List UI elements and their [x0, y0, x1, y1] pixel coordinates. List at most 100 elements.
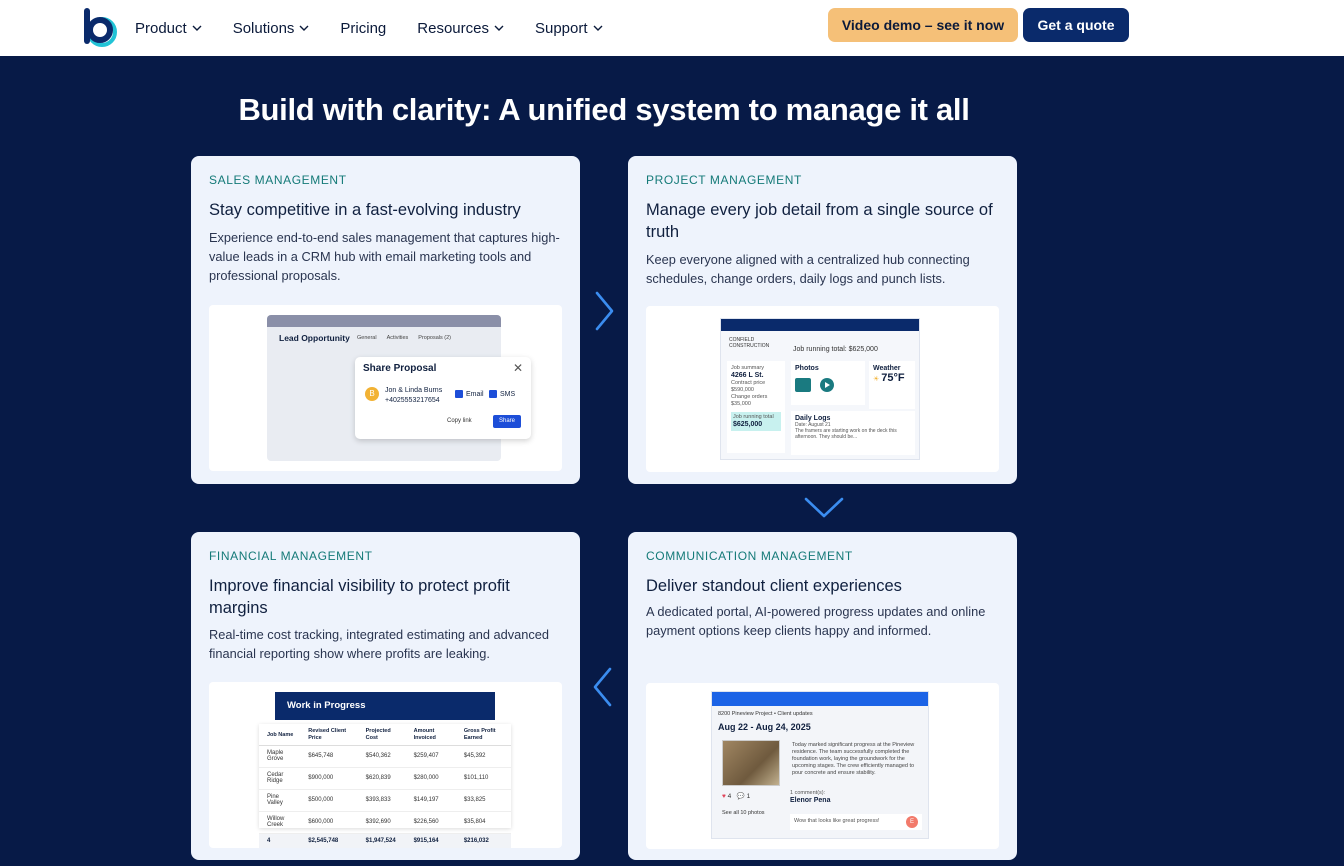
window-tabs: General Activities Proposals (2)	[357, 335, 451, 341]
nav-solutions-label: Solutions	[232, 19, 295, 37]
share-proposal-dialog: Share Proposal ✕ B Jon & Linda Burns +40…	[355, 357, 531, 439]
client-info: Jon & Linda Burns +4025553217654	[385, 386, 442, 406]
job-total: $625,000	[733, 421, 763, 428]
table-row: Cedar Ridge $900,000 $620,839 $280,000 $…	[259, 767, 511, 790]
nav-support[interactable]: Support	[535, 20, 603, 37]
table-cell: $500,000	[300, 789, 358, 812]
table-cell: $1,947,524	[357, 833, 406, 848]
table-cell: Willow Creek	[259, 811, 301, 834]
card-eyebrow: SALES MANAGEMENT	[209, 173, 347, 187]
change-orders-label: Change orders	[731, 394, 768, 400]
table-cell: $259,407	[405, 745, 456, 768]
card-financial-management[interactable]: FINANCIAL MANAGEMENT Improve financial v…	[191, 532, 580, 860]
table-cell: 4	[259, 833, 301, 848]
table-cell: $280,000	[405, 767, 456, 790]
email-label: Email	[466, 390, 484, 398]
weather-label: Weather	[873, 365, 901, 372]
client-updates-window: 8200 Pineview Project • Client updates A…	[711, 691, 929, 839]
project-title: 8200 Pineview Project • Client updates	[718, 711, 813, 717]
card-description: Experience end-to-end sales management t…	[209, 230, 560, 283]
wip-window-title: Work in Progress	[275, 692, 495, 720]
card-eyebrow: FINANCIAL MANAGEMENT	[209, 549, 373, 563]
chevron-right-icon	[595, 291, 614, 331]
checkbox-icon	[455, 390, 463, 398]
financial-mock-image: Work in Progress Job Name Revised Client…	[209, 682, 562, 848]
commenter-name: Elenor Pena	[790, 797, 831, 804]
column-header: Amount Invoiced	[405, 724, 456, 746]
nav-solutions[interactable]: Solutions	[233, 20, 310, 37]
nav-pricing[interactable]: Pricing	[340, 20, 386, 37]
top-navigation-bar: Product Solutions Pricing Resources Supp…	[0, 0, 1344, 56]
lead-opportunity-window: Lead Opportunity General Activities Prop…	[267, 315, 531, 461]
table-row: Willow Creek $600,000 $392,690 $226,560 …	[259, 811, 511, 834]
table-cell: $915,164	[405, 833, 456, 848]
reactions: ♥ 4 💬 1	[722, 792, 750, 800]
column-header: Job Name	[259, 724, 301, 746]
table-cell: Maple Grove	[259, 745, 301, 768]
chevron-down-icon	[494, 25, 504, 31]
job-total-label: Job running total	[733, 414, 774, 420]
client-name: Jon & Linda Burns	[385, 387, 443, 394]
table-cell: Cedar Ridge	[259, 767, 301, 790]
chevron-left-icon	[593, 667, 612, 707]
job-total-box: Job running total $625,000	[731, 412, 781, 431]
column-header: Projected Cost	[357, 724, 406, 746]
table-cell: $226,560	[405, 811, 456, 834]
column-header: Revised Client Price	[300, 724, 358, 746]
card-sales-management[interactable]: SALES MANAGEMENT Stay competitive in a f…	[191, 156, 580, 484]
contract-price: $590,000	[731, 387, 754, 393]
chevron-down-icon	[593, 25, 603, 31]
photos-widget: Photos	[791, 361, 865, 405]
nav-resources[interactable]: Resources	[417, 20, 504, 37]
daily-logs-label: Daily Logs	[795, 415, 831, 422]
comments-section: 1 comment(s): Elenor Pena	[790, 790, 926, 805]
get-a-quote-button[interactable]: Get a quote	[1023, 8, 1129, 42]
comment-icon: 💬	[736, 793, 745, 800]
nav-product-label: Product	[135, 19, 187, 37]
comment-count-number: 1	[746, 793, 751, 800]
card-description: Real-time cost tracking, integrated esti…	[209, 627, 550, 661]
video-demo-button[interactable]: Video demo – see it now	[828, 8, 1018, 42]
chevron-down-icon	[804, 497, 844, 518]
card-project-management[interactable]: PROJECT MANAGEMENT Manage every job deta…	[628, 156, 1017, 484]
photo-icon	[795, 378, 834, 392]
like-count: 4	[727, 793, 732, 800]
page-headline: Build with clarity: A unified system to …	[238, 92, 970, 127]
table-cell: $101,110	[455, 767, 511, 790]
table-row: Pine Valley $500,000 $393,833 $149,197 $…	[259, 789, 511, 812]
chevron-down-icon	[299, 25, 309, 31]
nav-product[interactable]: Product	[135, 20, 202, 37]
table-cell: $35,804	[455, 811, 511, 834]
comment-count: 1 comment(s):	[790, 790, 826, 796]
communication-mock-image: 8200 Pineview Project • Client updates A…	[646, 683, 999, 849]
table-cell: $2,545,748	[300, 833, 358, 848]
daily-logs-widget: Daily Logs Date: August 21 The framers a…	[791, 411, 915, 455]
tab-general: General	[357, 335, 377, 341]
update-text: Today marked significant progress at the…	[792, 742, 915, 776]
sun-icon: ☀	[873, 376, 880, 383]
project-mock-image: CONFIELD CONSTRUCTION Job running total:…	[646, 306, 999, 472]
table-total-row: 4 $2,545,748 $1,947,524 $915,164 $216,03…	[259, 833, 511, 848]
running-total: Job running total: $625,000	[793, 346, 878, 353]
table-cell: $216,032	[455, 833, 511, 848]
card-communication-management[interactable]: COMMUNICATION MANAGEMENT Deliver standou…	[628, 532, 1017, 860]
log-text: The framers are starting work on the dec…	[795, 428, 897, 440]
table-cell: $620,839	[357, 767, 406, 790]
card-eyebrow: COMMUNICATION MANAGEMENT	[646, 549, 853, 563]
tab-activities: Activities	[386, 335, 409, 341]
table-cell: $393,833	[357, 789, 406, 812]
card-title: Deliver standout client experiences	[646, 577, 902, 595]
comment-bubble: Wow that looks like great progress! E	[790, 814, 922, 830]
table-cell: $540,362	[357, 745, 406, 768]
table-cell: $45,392	[455, 745, 511, 768]
nav-resources-label: Resources	[417, 19, 489, 37]
table-header-row: Job Name Revised Client Price Projected …	[259, 724, 511, 746]
table-cell: $645,748	[300, 745, 358, 768]
job-address: 4266 L St.	[731, 372, 764, 379]
column-header: Gross Profit Earned	[455, 724, 511, 746]
logo[interactable]	[82, 6, 118, 48]
sms-option: SMS	[489, 390, 515, 398]
sms-label: SMS	[500, 390, 516, 398]
contract-price-label: Contract price	[731, 380, 766, 386]
table-cell: $900,000	[300, 767, 358, 790]
